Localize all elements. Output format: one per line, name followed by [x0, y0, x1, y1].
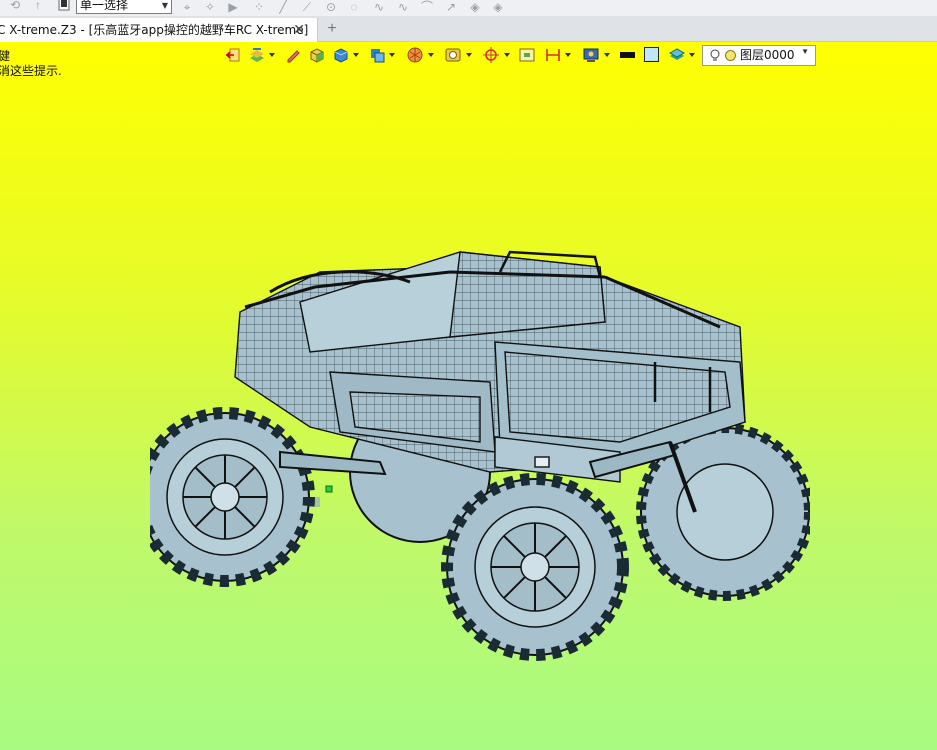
chevron-down-icon: ▼ — [161, 1, 168, 10]
display-mode-icon[interactable] — [368, 46, 386, 64]
vehicle-3d-model[interactable] — [150, 212, 810, 672]
redo-icon[interactable]: ↑ — [31, 0, 45, 12]
frame-icon[interactable] — [518, 46, 536, 64]
document-tab-bar: C X-treme.Z3 - [乐高蓝牙app操控的越野车RC X-treme]… — [0, 16, 937, 42]
material-icon[interactable] — [444, 46, 462, 64]
undo-icon[interactable]: ⟲ — [8, 0, 22, 12]
plane2-icon[interactable]: ◈ — [491, 0, 505, 14]
chevron-down-icon[interactable] — [269, 53, 275, 57]
chevron-down-icon[interactable] — [504, 53, 510, 57]
wheel-front-right — [441, 473, 629, 661]
play-icon[interactable]: ▶ — [226, 0, 240, 14]
chevron-down-icon[interactable] — [689, 53, 695, 57]
chevron-down-icon[interactable] — [428, 53, 434, 57]
fill-color-swatch[interactable] — [644, 47, 659, 62]
chevron-down-icon[interactable] — [565, 53, 571, 57]
add-tab-button[interactable]: + — [324, 20, 340, 38]
line-icon[interactable]: ╱ — [276, 0, 290, 14]
arc-icon[interactable]: ⌒ — [420, 0, 434, 14]
selection-mode-value: 单一选择 — [80, 0, 129, 12]
circle-icon[interactable]: ◌ — [347, 0, 361, 14]
top-toolbar: ⟲ ↑ 单一选择 ▼ ⌖ ✧ ▶ ⁘ ╱ ⟋ ⊙ ◌ ∿ ∿ ⌒ ↗ ◈ ◈ — [0, 0, 937, 16]
snap-icon[interactable] — [482, 46, 500, 64]
layer-stack-icon[interactable] — [668, 46, 686, 64]
plane-icon[interactable]: ◈ — [468, 0, 482, 14]
view-style-icon[interactable] — [248, 46, 266, 64]
spline-icon[interactable]: ∿ — [396, 0, 410, 14]
close-icon[interactable]: ✕ — [293, 18, 305, 42]
stop-icon[interactable] — [57, 0, 71, 14]
layer-name: 图层0000 — [740, 48, 795, 62]
wheel-front-left — [150, 407, 315, 587]
chevron-down-icon[interactable] — [604, 53, 610, 57]
curve-icon[interactable]: ∿ — [372, 0, 386, 14]
dimension-icon[interactable] — [544, 46, 562, 64]
hint-line-1: 健 — [0, 49, 11, 63]
chevron-down-icon[interactable] — [466, 53, 472, 57]
3d-viewport[interactable]: 健 消这些提示. 图层0000 ▼ — [0, 42, 937, 750]
selection-mode-select[interactable]: 单一选择 ▼ — [76, 0, 172, 14]
line-color-swatch[interactable] — [620, 52, 635, 58]
view-toolbar: 图层0000 ▼ — [220, 44, 820, 66]
exit-icon[interactable] — [224, 46, 242, 64]
layer-color-dot — [725, 50, 736, 61]
pick-icon[interactable]: ⌖ — [180, 0, 194, 14]
shaded-cube-icon[interactable] — [332, 46, 350, 64]
point-icon[interactable]: ⊙ — [324, 0, 338, 14]
document-tab-title: C X-treme.Z3 - [乐高蓝牙app操控的越野车RC X-treme] — [0, 23, 309, 37]
render-icon[interactable] — [406, 46, 424, 64]
line-end-icon[interactable]: ⟋ — [300, 0, 314, 14]
screen-icon[interactable] — [582, 46, 600, 64]
layer-select[interactable]: 图层0000 ▼ — [702, 45, 816, 66]
bulb-icon[interactable] — [709, 49, 721, 63]
chevron-down-icon: ▼ — [801, 47, 809, 56]
scatter-icon[interactable]: ⁘ — [252, 0, 266, 14]
arrow-icon[interactable]: ↗ — [444, 0, 458, 14]
chevron-down-icon[interactable] — [389, 53, 395, 57]
chevron-down-icon[interactable] — [353, 53, 359, 57]
cube-icon[interactable] — [308, 46, 326, 64]
pen-icon[interactable] — [284, 46, 302, 64]
hint-line-2: 消这些提示. — [0, 64, 62, 78]
document-tab[interactable]: C X-treme.Z3 - [乐高蓝牙app操控的越野车RC X-treme]… — [0, 18, 318, 42]
filter-icon[interactable]: ✧ — [203, 0, 217, 14]
